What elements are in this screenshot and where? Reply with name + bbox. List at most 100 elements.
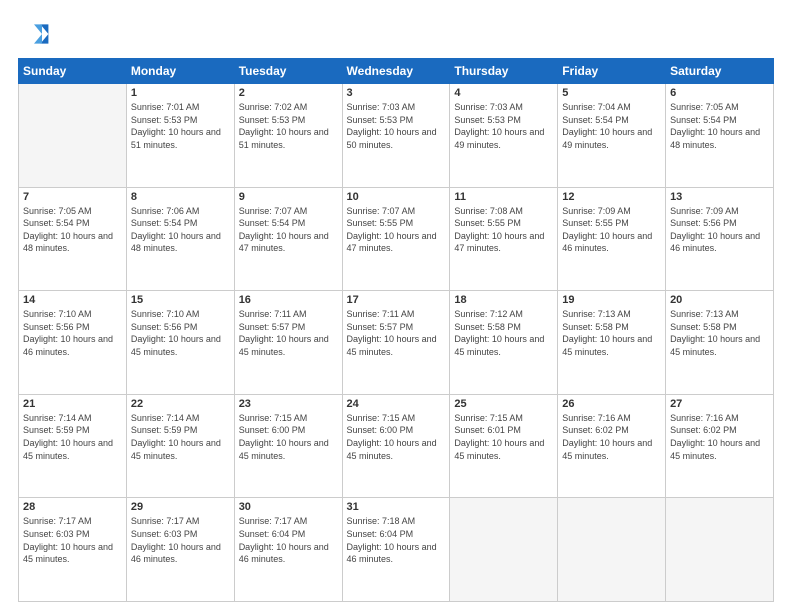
day-info: Sunrise: 7:12 AMSunset: 5:58 PMDaylight:… xyxy=(454,308,553,358)
day-info: Sunrise: 7:14 AMSunset: 5:59 PMDaylight:… xyxy=(131,412,230,462)
day-info: Sunrise: 7:15 AMSunset: 6:00 PMDaylight:… xyxy=(239,412,338,462)
day-number: 23 xyxy=(239,398,338,410)
calendar-cell: 17 Sunrise: 7:11 AMSunset: 5:57 PMDayligh… xyxy=(342,291,450,395)
calendar-week-row: 14 Sunrise: 7:10 AMSunset: 5:56 PMDayligh… xyxy=(19,291,774,395)
calendar-cell: 18 Sunrise: 7:12 AMSunset: 5:58 PMDayligh… xyxy=(450,291,558,395)
calendar-cell: 16Sunrise: 7:11 AMSunset: 5:57 PMDayligh… xyxy=(234,291,342,395)
day-number: 31 xyxy=(347,501,446,513)
day-number: 28 xyxy=(23,501,122,513)
weekday-header-cell: Tuesday xyxy=(234,59,342,84)
calendar-cell: 27Sunrise: 7:16 AMSunset: 6:02 PMDayligh… xyxy=(666,394,774,498)
day-info: Sunrise: 7:13 AMSunset: 5:58 PMDaylight:… xyxy=(670,308,769,358)
calendar-cell: 23 Sunrise: 7:15 AMSunset: 6:00 PMDayligh… xyxy=(234,394,342,498)
day-info: Sunrise: 7:03 AMSunset: 5:53 PMDaylight:… xyxy=(347,101,446,151)
calendar-cell: 29Sunrise: 7:17 AMSunset: 6:03 PMDayligh… xyxy=(126,498,234,602)
calendar-cell: 3 Sunrise: 7:03 AMSunset: 5:53 PMDaylight… xyxy=(342,84,450,188)
calendar-cell: 25Sunrise: 7:15 AMSunset: 6:01 PMDayligh… xyxy=(450,394,558,498)
weekday-header-row: SundayMondayTuesdayWednesdayThursdayFrid… xyxy=(19,59,774,84)
day-info: Sunrise: 7:18 AMSunset: 6:04 PMDaylight:… xyxy=(347,515,446,565)
day-number: 15 xyxy=(131,294,230,306)
day-info: Sunrise: 7:05 AMSunset: 5:54 PMDaylight:… xyxy=(670,101,769,151)
day-number: 5 xyxy=(562,87,661,99)
day-info: Sunrise: 7:10 AMSunset: 5:56 PMDaylight:… xyxy=(131,308,230,358)
calendar-cell: 12 Sunrise: 7:09 AMSunset: 5:55 PMDayligh… xyxy=(558,187,666,291)
calendar-cell: 4 Sunrise: 7:03 AMSunset: 5:53 PMDaylight… xyxy=(450,84,558,188)
page: SundayMondayTuesdayWednesdayThursdayFrid… xyxy=(0,0,792,612)
calendar-cell: 31 Sunrise: 7:18 AMSunset: 6:04 PMDayligh… xyxy=(342,498,450,602)
logo xyxy=(18,18,54,50)
calendar-week-row: 28 Sunrise: 7:17 AMSunset: 6:03 PMDayligh… xyxy=(19,498,774,602)
calendar-cell: 20 Sunrise: 7:13 AMSunset: 5:58 PMDayligh… xyxy=(666,291,774,395)
day-number: 4 xyxy=(454,87,553,99)
calendar-cell: 9 Sunrise: 7:07 AMSunset: 5:54 PMDaylight… xyxy=(234,187,342,291)
day-info: Sunrise: 7:11 AMSunset: 5:57 PMDaylight:… xyxy=(347,308,446,358)
logo-icon xyxy=(18,18,50,50)
calendar-cell xyxy=(666,498,774,602)
day-info: Sunrise: 7:13 AMSunset: 5:58 PMDaylight:… xyxy=(562,308,661,358)
day-number: 19 xyxy=(562,294,661,306)
day-number: 12 xyxy=(562,191,661,203)
day-number: 6 xyxy=(670,87,769,99)
day-info: Sunrise: 7:17 AMSunset: 6:04 PMDaylight:… xyxy=(239,515,338,565)
day-number: 13 xyxy=(670,191,769,203)
calendar-cell xyxy=(19,84,127,188)
calendar-cell xyxy=(450,498,558,602)
calendar-week-row: 7 Sunrise: 7:05 AMSunset: 5:54 PMDaylight… xyxy=(19,187,774,291)
calendar-table: SundayMondayTuesdayWednesdayThursdayFrid… xyxy=(18,58,774,602)
calendar-cell: 13Sunrise: 7:09 AMSunset: 5:56 PMDayligh… xyxy=(666,187,774,291)
day-info: Sunrise: 7:14 AMSunset: 5:59 PMDaylight:… xyxy=(23,412,122,462)
day-number: 25 xyxy=(454,398,553,410)
calendar-cell: 19 Sunrise: 7:13 AMSunset: 5:58 PMDayligh… xyxy=(558,291,666,395)
calendar-cell: 11Sunrise: 7:08 AMSunset: 5:55 PMDayligh… xyxy=(450,187,558,291)
calendar-cell: 30Sunrise: 7:17 AMSunset: 6:04 PMDayligh… xyxy=(234,498,342,602)
day-info: Sunrise: 7:01 AMSunset: 5:53 PMDaylight:… xyxy=(131,101,230,151)
day-number: 20 xyxy=(670,294,769,306)
weekday-header-cell: Wednesday xyxy=(342,59,450,84)
day-number: 22 xyxy=(131,398,230,410)
day-number: 9 xyxy=(239,191,338,203)
weekday-header-cell: Sunday xyxy=(19,59,127,84)
calendar-cell: 26Sunrise: 7:16 AMSunset: 6:02 PMDayligh… xyxy=(558,394,666,498)
day-info: Sunrise: 7:05 AMSunset: 5:54 PMDaylight:… xyxy=(23,205,122,255)
day-info: Sunrise: 7:10 AMSunset: 5:56 PMDaylight:… xyxy=(23,308,122,358)
calendar-cell: 10Sunrise: 7:07 AMSunset: 5:55 PMDayligh… xyxy=(342,187,450,291)
day-number: 7 xyxy=(23,191,122,203)
calendar-cell: 6 Sunrise: 7:05 AMSunset: 5:54 PMDaylight… xyxy=(666,84,774,188)
day-info: Sunrise: 7:03 AMSunset: 5:53 PMDaylight:… xyxy=(454,101,553,151)
day-info: Sunrise: 7:16 AMSunset: 6:02 PMDaylight:… xyxy=(670,412,769,462)
day-number: 16 xyxy=(239,294,338,306)
calendar-cell: 14 Sunrise: 7:10 AMSunset: 5:56 PMDayligh… xyxy=(19,291,127,395)
calendar-week-row: 1Sunrise: 7:01 AMSunset: 5:53 PMDaylight… xyxy=(19,84,774,188)
day-number: 14 xyxy=(23,294,122,306)
day-number: 17 xyxy=(347,294,446,306)
day-number: 3 xyxy=(347,87,446,99)
weekday-header-cell: Friday xyxy=(558,59,666,84)
day-info: Sunrise: 7:08 AMSunset: 5:55 PMDaylight:… xyxy=(454,205,553,255)
calendar-cell: 22 Sunrise: 7:14 AMSunset: 5:59 PMDayligh… xyxy=(126,394,234,498)
day-number: 18 xyxy=(454,294,553,306)
day-info: Sunrise: 7:02 AMSunset: 5:53 PMDaylight:… xyxy=(239,101,338,151)
day-info: Sunrise: 7:06 AMSunset: 5:54 PMDaylight:… xyxy=(131,205,230,255)
header xyxy=(18,18,774,50)
calendar-cell: 24Sunrise: 7:15 AMSunset: 6:00 PMDayligh… xyxy=(342,394,450,498)
day-info: Sunrise: 7:17 AMSunset: 6:03 PMDaylight:… xyxy=(23,515,122,565)
day-number: 26 xyxy=(562,398,661,410)
day-info: Sunrise: 7:07 AMSunset: 5:54 PMDaylight:… xyxy=(239,205,338,255)
calendar-cell: 28 Sunrise: 7:17 AMSunset: 6:03 PMDayligh… xyxy=(19,498,127,602)
calendar-cell: 15 Sunrise: 7:10 AMSunset: 5:56 PMDayligh… xyxy=(126,291,234,395)
day-info: Sunrise: 7:17 AMSunset: 6:03 PMDaylight:… xyxy=(131,515,230,565)
day-number: 10 xyxy=(347,191,446,203)
calendar-body: 1Sunrise: 7:01 AMSunset: 5:53 PMDaylight… xyxy=(19,84,774,602)
day-info: Sunrise: 7:09 AMSunset: 5:55 PMDaylight:… xyxy=(562,205,661,255)
day-number: 8 xyxy=(131,191,230,203)
calendar-cell xyxy=(558,498,666,602)
day-info: Sunrise: 7:15 AMSunset: 6:00 PMDaylight:… xyxy=(347,412,446,462)
weekday-header-cell: Monday xyxy=(126,59,234,84)
day-info: Sunrise: 7:04 AMSunset: 5:54 PMDaylight:… xyxy=(562,101,661,151)
calendar-cell: 8 Sunrise: 7:06 AMSunset: 5:54 PMDaylight… xyxy=(126,187,234,291)
weekday-header-cell: Thursday xyxy=(450,59,558,84)
calendar-cell: 7 Sunrise: 7:05 AMSunset: 5:54 PMDaylight… xyxy=(19,187,127,291)
calendar-cell: 21Sunrise: 7:14 AMSunset: 5:59 PMDayligh… xyxy=(19,394,127,498)
weekday-header-cell: Saturday xyxy=(666,59,774,84)
calendar-cell: 5 Sunrise: 7:04 AMSunset: 5:54 PMDaylight… xyxy=(558,84,666,188)
